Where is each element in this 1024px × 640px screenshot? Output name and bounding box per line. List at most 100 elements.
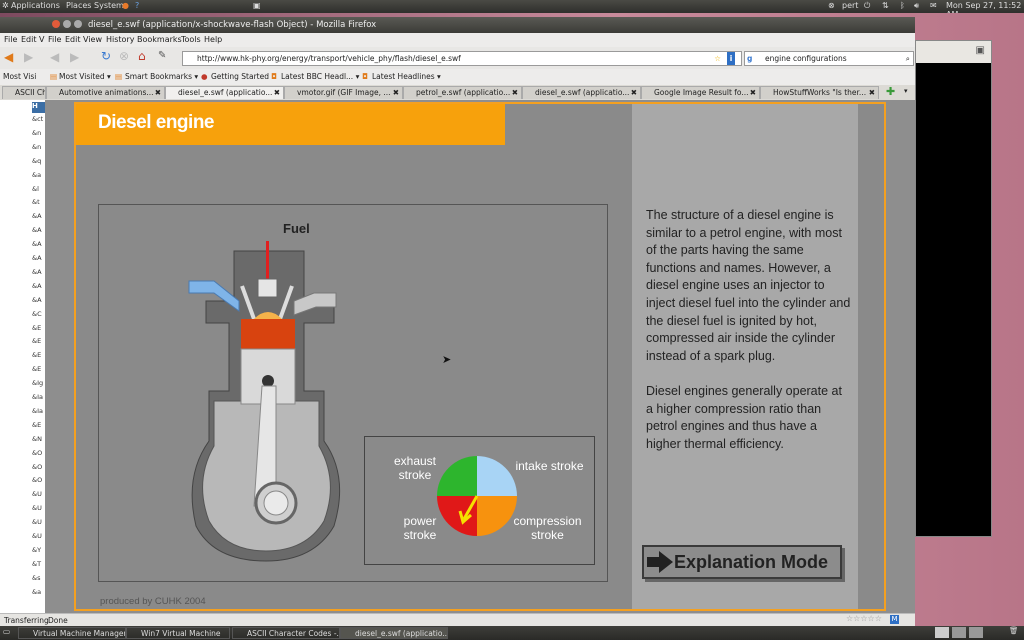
side-forward-icon[interactable]: ▶ <box>24 50 33 64</box>
sidebar-row[interactable]: &A <box>32 226 45 240</box>
sidebar-row[interactable]: &A <box>32 282 45 296</box>
sidebar-row[interactable]: &E <box>32 351 45 365</box>
sidebar-row[interactable]: &A <box>32 254 45 268</box>
task-virtual-machine-manager[interactable]: Virtual Machine Manager <box>18 627 126 639</box>
reload-icon[interactable]: ↻ <box>101 49 111 63</box>
background-window[interactable]: ▣ <box>915 40 992 537</box>
close-window-button[interactable] <box>52 20 60 28</box>
sidebar-row[interactable]: &A <box>32 240 45 254</box>
sidebar-row[interactable]: &a <box>32 171 45 185</box>
sidebar-row[interactable]: &U <box>32 518 45 532</box>
search-bar[interactable]: g engine configurations ⌕ <box>744 51 914 66</box>
sidebar-row[interactable]: &t <box>32 198 45 212</box>
home-icon[interactable]: ⌂ <box>138 49 146 63</box>
help-launcher-icon[interactable]: ? <box>135 1 139 10</box>
side-menu-edit[interactable]: Edit <box>21 35 37 44</box>
menu-edit[interactable]: Edit <box>65 35 81 44</box>
sidebar-row[interactable]: &q <box>32 157 45 171</box>
sidebar-row[interactable]: &Ia <box>32 407 45 421</box>
sidebar-row[interactable]: &Ia <box>32 393 45 407</box>
flash-object[interactable]: Diesel engine The structure of a diesel … <box>74 102 886 611</box>
close-tab-icon[interactable]: ✖ <box>750 87 756 99</box>
stop-icon[interactable]: ⊗ <box>119 49 129 63</box>
menu-view[interactable]: View <box>83 35 102 44</box>
sidebar-row[interactable]: &C <box>32 310 45 324</box>
sidebar-row[interactable]: &a <box>32 588 45 602</box>
search-icon[interactable]: ⌕ <box>906 52 910 65</box>
menu-history[interactable]: History <box>106 35 134 44</box>
minimize-window-button[interactable] <box>63 20 71 28</box>
search-engine-icon[interactable]: g <box>747 52 752 65</box>
bluetooth-icon[interactable]: ᛒ <box>900 1 905 10</box>
explanation-mode-button[interactable]: Explanation Mode <box>642 545 842 579</box>
addon-icon[interactable]: ✎ <box>158 50 166 61</box>
search-input[interactable]: engine configurations <box>765 52 847 65</box>
sidebar-row[interactable]: &O <box>32 463 45 477</box>
sidebar-row[interactable]: &ct <box>32 115 45 129</box>
menu-bookmarks[interactable]: Bookmarks <box>137 35 182 44</box>
bookmark-bbc-headlines[interactable]: Latest BBC Headl... ▾ <box>281 72 359 81</box>
menu-file[interactable]: File <box>48 35 61 44</box>
sidebar-row[interactable]: &T <box>32 560 45 574</box>
window-icon[interactable]: ▣ <box>976 45 985 56</box>
new-tab-icon[interactable]: ✚ <box>886 85 895 98</box>
network-icon[interactable]: ⇅ <box>882 1 889 10</box>
bookmark-latest-headlines[interactable]: Latest Headlines ▾ <box>372 72 441 81</box>
sidebar-row[interactable]: &n <box>32 129 45 143</box>
user-status-icon[interactable]: ⊗ <box>828 1 835 10</box>
tab-petrol[interactable]: petrol_e.swf (applicatio... ✖ <box>403 86 522 99</box>
workspace-3[interactable] <box>969 627 983 638</box>
sidebar-row[interactable]: &O <box>32 476 45 490</box>
menu-system[interactable]: System <box>94 1 124 10</box>
sidebar-row[interactable]: &E <box>32 365 45 379</box>
side-back-icon[interactable]: ◀ <box>4 50 13 64</box>
show-desktop-icon[interactable]: ▭ <box>3 627 10 636</box>
workspace-2[interactable] <box>952 627 966 638</box>
trash-icon[interactable]: 🗑︎ <box>1009 626 1019 635</box>
window-titlebar[interactable]: diesel_e.swf (application/x-shockwave-fl… <box>0 17 915 33</box>
sidebar-row[interactable]: &A <box>32 212 45 226</box>
mail-icon[interactable]: ✉ <box>930 1 937 10</box>
sidebar-row[interactable]: &E <box>32 337 45 351</box>
tab-list-icon[interactable]: ▾ <box>904 87 908 95</box>
firefox-launcher-icon[interactable]: ● <box>122 1 129 10</box>
sidebar-row[interactable]: &A <box>32 296 45 310</box>
menu-applications[interactable]: Applications <box>11 1 60 10</box>
ubuntu-logo-icon[interactable]: ✲ <box>2 1 9 10</box>
tab-google-image[interactable]: Google Image Result fo... ✖ <box>641 86 760 99</box>
sidebar-row[interactable]: &E <box>32 421 45 435</box>
bookmark-getting-started[interactable]: Getting Started <box>211 72 269 81</box>
bookmark-star-icon[interactable]: ☆ <box>714 52 721 65</box>
menu-help[interactable]: Help <box>204 35 222 44</box>
task-win7-vm[interactable]: Win7 Virtual Machine <box>126 627 230 639</box>
side-tab[interactable]: ASCII Ch <box>2 86 46 99</box>
task-diesel-firefox[interactable]: diesel_e.swf (applicatio... <box>340 627 448 639</box>
tab-howstuffworks[interactable]: HowStuffWorks "Is ther... ✖ <box>760 86 879 99</box>
menu-tools[interactable]: Tools <box>181 35 201 44</box>
bookmark-most-visited[interactable]: Most Visited ▾ <box>59 72 111 81</box>
volume-icon[interactable]: 🔊︎ <box>914 1 919 11</box>
side-bookmark-most-visited[interactable]: Most Visi <box>3 72 36 81</box>
workspace-1[interactable] <box>935 627 949 638</box>
sidebar-row[interactable]: &E <box>32 324 45 338</box>
user-name[interactable]: pert <box>842 1 858 10</box>
background-window-titlebar[interactable]: ▣ <box>916 41 991 63</box>
close-tab-icon[interactable]: ✖ <box>512 87 518 99</box>
bookmark-smart-bookmarks[interactable]: Smart Bookmarks ▾ <box>125 72 198 81</box>
sidebar-row[interactable]: &U <box>32 532 45 546</box>
maximize-window-button[interactable] <box>74 20 82 28</box>
sidebar-row[interactable]: &U <box>32 504 45 518</box>
tray-app-icon[interactable]: ▣ <box>253 1 261 10</box>
addon-status-icon[interactable]: M <box>890 615 899 624</box>
close-tab-icon[interactable]: ✖ <box>631 87 637 99</box>
sidebar-row[interactable]: &N <box>32 435 45 449</box>
close-tab-icon[interactable]: ✖ <box>274 87 280 99</box>
sidebar-row[interactable]: &Y <box>32 546 45 560</box>
close-tab-icon[interactable]: ✖ <box>393 87 399 99</box>
forward-icon[interactable]: ▶ <box>70 50 79 64</box>
sidebar-row[interactable]: &U <box>32 490 45 504</box>
menu-places[interactable]: Places <box>66 1 91 10</box>
url-input[interactable]: http://www.hk-phy.org/energy/transport/v… <box>183 54 461 63</box>
sidebar-row[interactable]: &l <box>32 185 45 199</box>
tab-diesel-2[interactable]: diesel_e.swf (applicatio... ✖ <box>522 86 641 99</box>
